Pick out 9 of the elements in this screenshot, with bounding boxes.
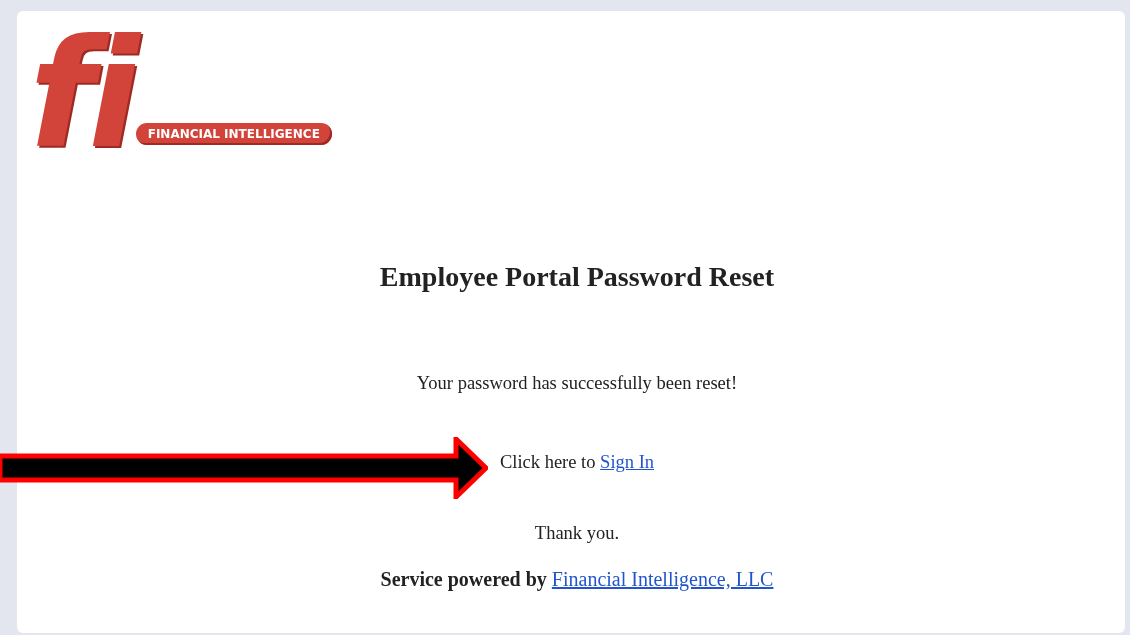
success-message: Your password has successfully been reset! [416,373,738,394]
sign-in-prompt: Click here to [499,452,597,472]
powered-by-text: Service powered by [380,568,548,590]
sign-in-link[interactable]: Sign In [600,452,655,472]
thank-you-text: Thank you. [534,523,620,544]
arrow-icon [0,437,488,499]
page-heading: Employee Portal Password Reset [379,261,775,293]
logo-tagline: FINANCIAL INTELLIGENCE [135,123,332,145]
company-link[interactable]: Financial Intelligence, LLC [551,568,774,590]
